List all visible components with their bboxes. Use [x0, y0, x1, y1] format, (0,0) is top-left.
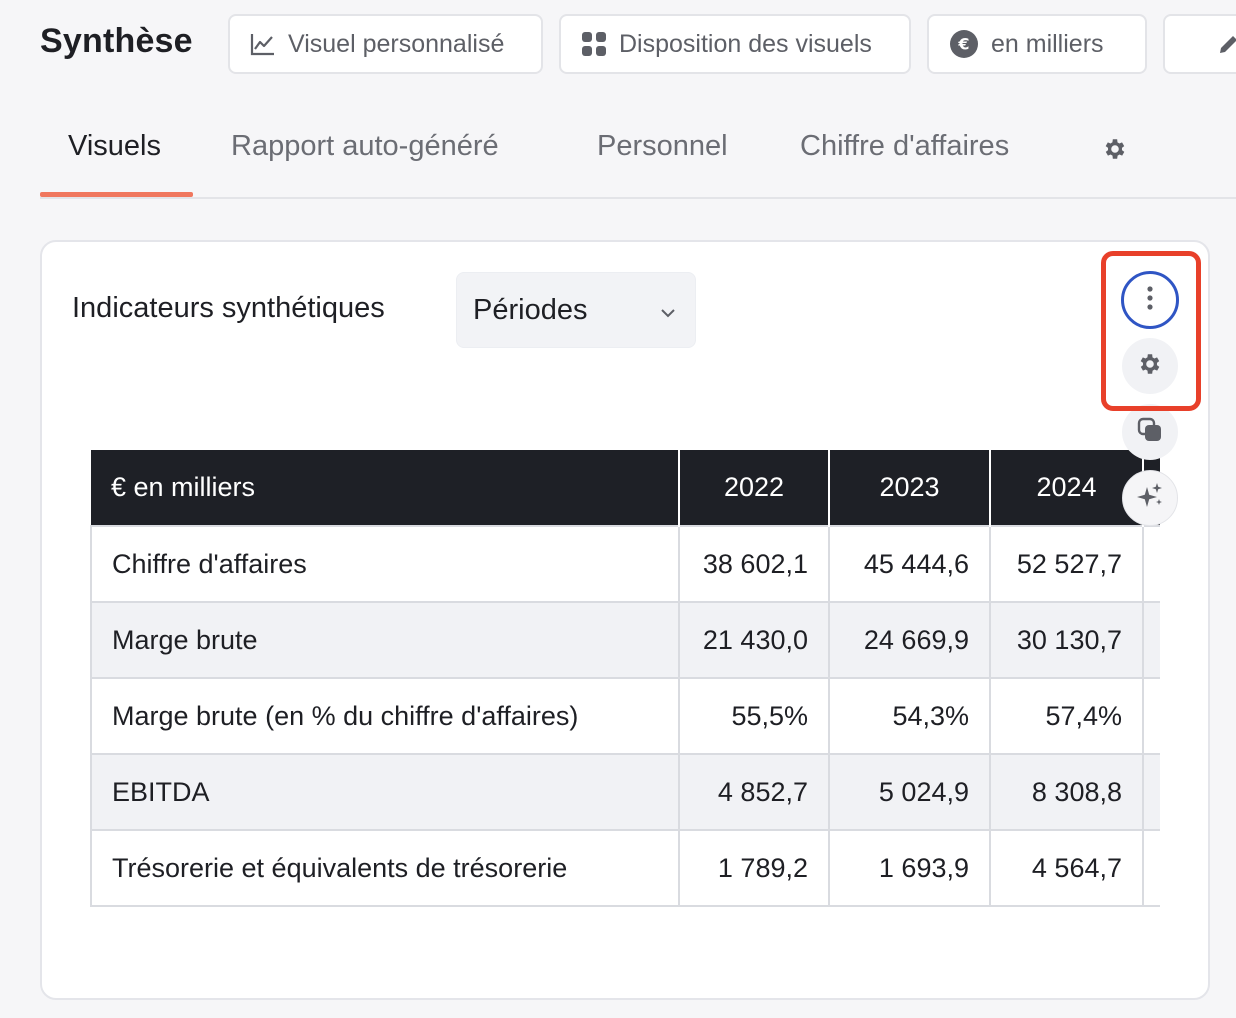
table-cell: [1142, 829, 1160, 907]
custom-visual-label: Visuel personnalisé: [288, 29, 505, 58]
table-cell: 1 693,9: [828, 829, 991, 907]
table-cell: 5 024,9: [828, 753, 991, 831]
gear-icon: [1137, 351, 1163, 382]
row-label: Marge brute (en % du chiffre d'affaires): [90, 677, 680, 755]
duplicate-button[interactable]: [1122, 404, 1178, 460]
table-cell: 8 308,8: [989, 753, 1144, 831]
table-header-cell: 2022: [678, 450, 829, 526]
table-cell: 24 669,9: [828, 601, 991, 679]
table-cell: 21 430,0: [678, 601, 830, 679]
units-thousands-button[interactable]: € en milliers: [927, 14, 1147, 74]
copy-icon: [1136, 416, 1164, 449]
page-title: Synthèse: [40, 22, 193, 60]
more-vertical-icon: [1146, 285, 1154, 316]
active-tab-indicator: [40, 192, 193, 197]
euro-circle-icon: €: [949, 29, 979, 59]
chevron-down-icon: [659, 294, 677, 327]
edit-button[interactable]: [1163, 14, 1236, 74]
tab-personnel[interactable]: Personnel: [597, 130, 728, 163]
row-label: Marge brute: [90, 601, 680, 679]
svg-text:€: €: [957, 35, 969, 54]
table-header-cell: 2024: [989, 450, 1143, 526]
sparkles-icon: [1135, 481, 1165, 516]
table-cell: 30 130,7: [989, 601, 1144, 679]
table-row: Chiffre d'affaires 38 602,1 45 444,6 52 …: [90, 525, 1160, 603]
table-cell: 45 444,6: [828, 525, 991, 603]
table-header-cell: 2023: [828, 450, 990, 526]
units-thousands-label: en milliers: [991, 29, 1104, 58]
card-title: Indicateurs synthétiques: [72, 292, 385, 324]
table-row: Marge brute 21 430,0 24 669,9 30 130,7: [90, 601, 1160, 679]
pencil-icon: [1217, 32, 1236, 56]
period-select-value: Périodes: [473, 293, 588, 326]
table-cell: 54,3%: [828, 677, 991, 755]
row-label: EBITDA: [90, 753, 680, 831]
tab-settings-gear-icon[interactable]: [1102, 136, 1128, 170]
grid-icon: [581, 31, 607, 57]
table-cell: 55,5%: [678, 677, 830, 755]
tab-visuels[interactable]: Visuels: [68, 130, 161, 163]
row-label: Trésorerie et équivalents de trésorerie: [90, 829, 680, 907]
more-options-button[interactable]: [1121, 271, 1179, 329]
table-header-row: € en milliers 2022 2023 2024: [91, 450, 1160, 526]
table-cell: 52 527,7: [989, 525, 1144, 603]
line-chart-icon: [250, 32, 276, 56]
tabs-divider: [40, 197, 1236, 199]
table-cell: [1142, 753, 1160, 831]
table-row: EBITDA 4 852,7 5 024,9 8 308,8: [90, 753, 1160, 831]
table-cell: 38 602,1: [678, 525, 830, 603]
table-header-cell: € en milliers: [91, 450, 679, 526]
table-cell: 4 564,7: [989, 829, 1144, 907]
table-cell: 4 852,7: [678, 753, 830, 831]
table-row: Marge brute (en % du chiffre d'affaires)…: [90, 677, 1160, 755]
row-label: Chiffre d'affaires: [90, 525, 680, 603]
period-select[interactable]: Périodes: [456, 272, 696, 348]
table-cell: 57,4%: [989, 677, 1144, 755]
table-row: Trésorerie et équivalents de trésorerie …: [90, 829, 1160, 907]
ai-assistant-button[interactable]: [1122, 470, 1178, 526]
indicators-table: € en milliers 2022 2023 2024 Chiffre d'a…: [90, 450, 1160, 908]
table-cell: 1 789,2: [678, 829, 830, 907]
table-cell: [1142, 601, 1160, 679]
tab-rapport-auto-genere[interactable]: Rapport auto-généré: [231, 130, 499, 163]
custom-visual-button[interactable]: Visuel personnalisé: [228, 14, 543, 74]
visual-settings-button[interactable]: [1122, 338, 1178, 394]
tab-chiffre-affaires[interactable]: Chiffre d'affaires: [800, 130, 1009, 163]
table-cell: [1142, 525, 1160, 603]
table-cell: [1142, 677, 1160, 755]
visual-layout-button[interactable]: Disposition des visuels: [559, 14, 911, 74]
visual-layout-label: Disposition des visuels: [619, 29, 872, 58]
